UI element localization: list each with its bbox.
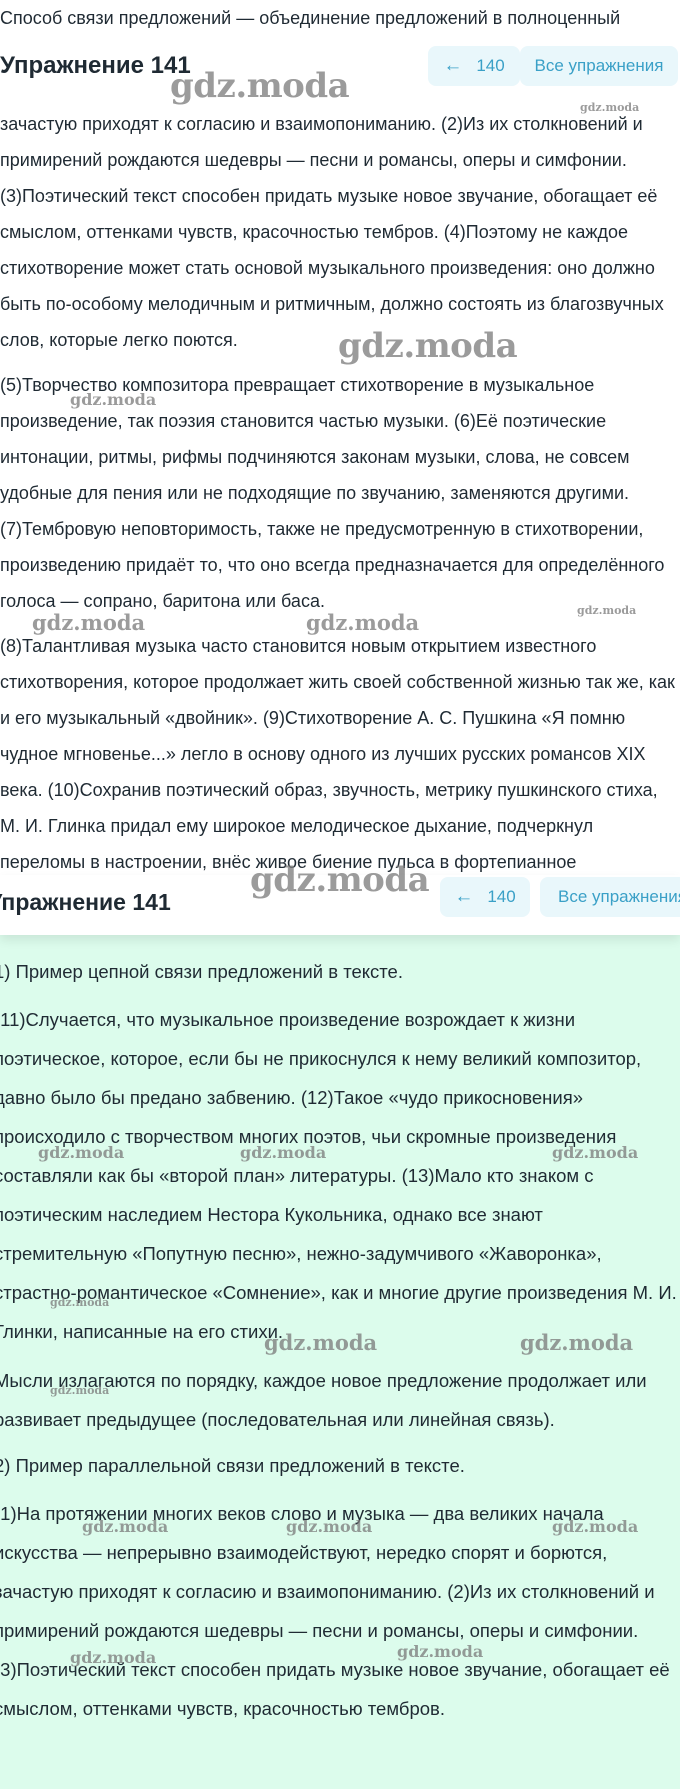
sticky-all-exercises-label: Все упражнения — [558, 887, 680, 906]
text-paragraph: зачастую приходят к согласию и взаимопон… — [0, 114, 664, 350]
exercise-text: зачастую приходят к согласию и взаимопон… — [0, 106, 680, 875]
all-exercises-label: Все упражнения — [534, 56, 664, 75]
arrow-left-icon: ← — [454, 886, 474, 907]
answer-paragraph: Мысли излагаются по порядку, каждое ново… — [0, 1370, 647, 1430]
exercise-title: Упражнение 141 — [0, 52, 191, 79]
truncated-heading: Способ связи предложений — объединение п… — [0, 8, 621, 28]
answer-heading-2: 2) Пример параллельной связи предложений… — [0, 1455, 465, 1476]
answer-heading-1: 1) Пример цепной связи предложений в тек… — [0, 961, 403, 982]
text-paragraph: (8)Талантливая музыка часто становится н… — [0, 636, 675, 872]
text-paragraph: (5)Творчество композитора превращает сти… — [0, 375, 665, 611]
answer-paragraph: (11)Случается, что музыкальное произведе… — [0, 1009, 677, 1342]
prev-exercise-label: 140 — [476, 56, 505, 75]
sticky-prev-exercise-button[interactable]: ← 140 — [440, 877, 530, 917]
sticky-header: Упражнение 141 ← 140 Все упражнения — [0, 875, 680, 935]
prev-exercise-button[interactable]: ← 140 — [428, 46, 520, 86]
sticky-all-exercises-button[interactable]: Все упражнения — [540, 877, 680, 917]
sticky-prev-exercise-label: 140 — [487, 887, 516, 906]
answer-paragraph: (1)На протяжении многих веков слово и му… — [0, 1503, 670, 1719]
sticky-exercise-title: Упражнение 141 — [0, 889, 171, 915]
top-section: Способ связи предложений — объединение п… — [0, 0, 680, 875]
answer-block: 1) Пример цепной связи предложений в тек… — [0, 935, 680, 1789]
all-exercises-button[interactable]: Все упражнения — [520, 46, 678, 86]
arrow-left-icon: ← — [443, 55, 463, 76]
